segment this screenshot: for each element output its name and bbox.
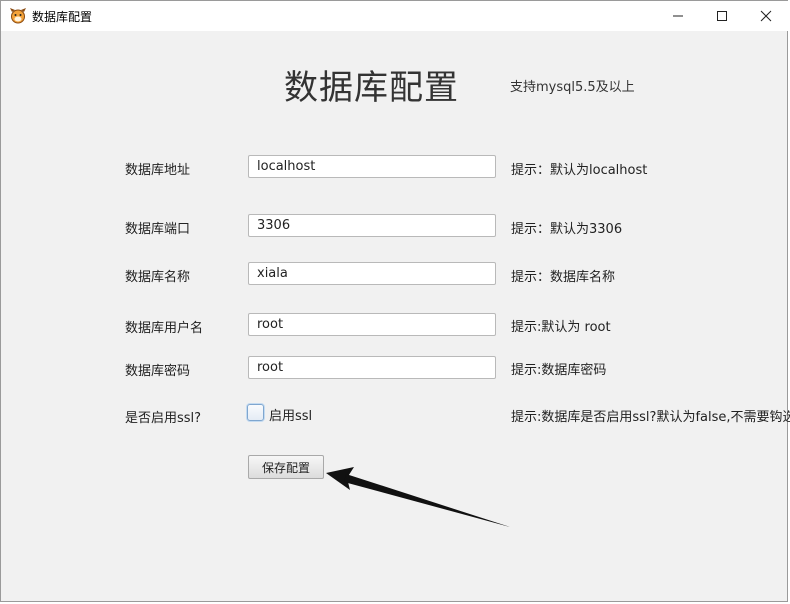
annotation-arrow xyxy=(326,467,510,527)
arrow-shaft xyxy=(344,474,510,527)
